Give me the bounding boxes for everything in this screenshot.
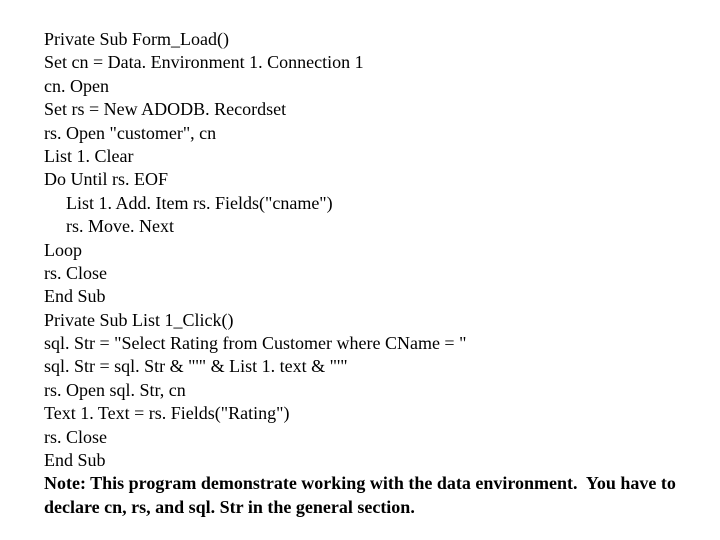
code-line: List 1. Add. Item rs. Fields("cname") — [44, 192, 720, 215]
code-line: sql. Str = "Select Rating from Customer … — [44, 332, 720, 355]
code-line: Do Until rs. EOF — [44, 168, 720, 191]
code-line: Set rs = New ADODB. Recordset — [44, 98, 720, 121]
code-line: End Sub — [44, 449, 720, 472]
code-line: rs. Close — [44, 426, 720, 449]
code-line: Private Sub Form_Load() — [44, 28, 720, 51]
code-line: Text 1. Text = rs. Fields("Rating") — [44, 402, 720, 425]
code-line: cn. Open — [44, 75, 720, 98]
code-line: Loop — [44, 239, 720, 262]
code-line: Private Sub List 1_Click() — [44, 309, 720, 332]
note-text: Note: This program demonstrate working w… — [44, 472, 684, 519]
code-line: List 1. Clear — [44, 145, 720, 168]
code-line: rs. Move. Next — [44, 215, 720, 238]
code-line: End Sub — [44, 285, 720, 308]
code-listing-page: Private Sub Form_Load() Set cn = Data. E… — [0, 0, 720, 519]
code-line: Set cn = Data. Environment 1. Connection… — [44, 51, 720, 74]
code-line: rs. Close — [44, 262, 720, 285]
code-line: rs. Open "customer", cn — [44, 122, 720, 145]
code-line: sql. Str = sql. Str & "'" & List 1. text… — [44, 355, 720, 378]
code-line: rs. Open sql. Str, cn — [44, 379, 720, 402]
